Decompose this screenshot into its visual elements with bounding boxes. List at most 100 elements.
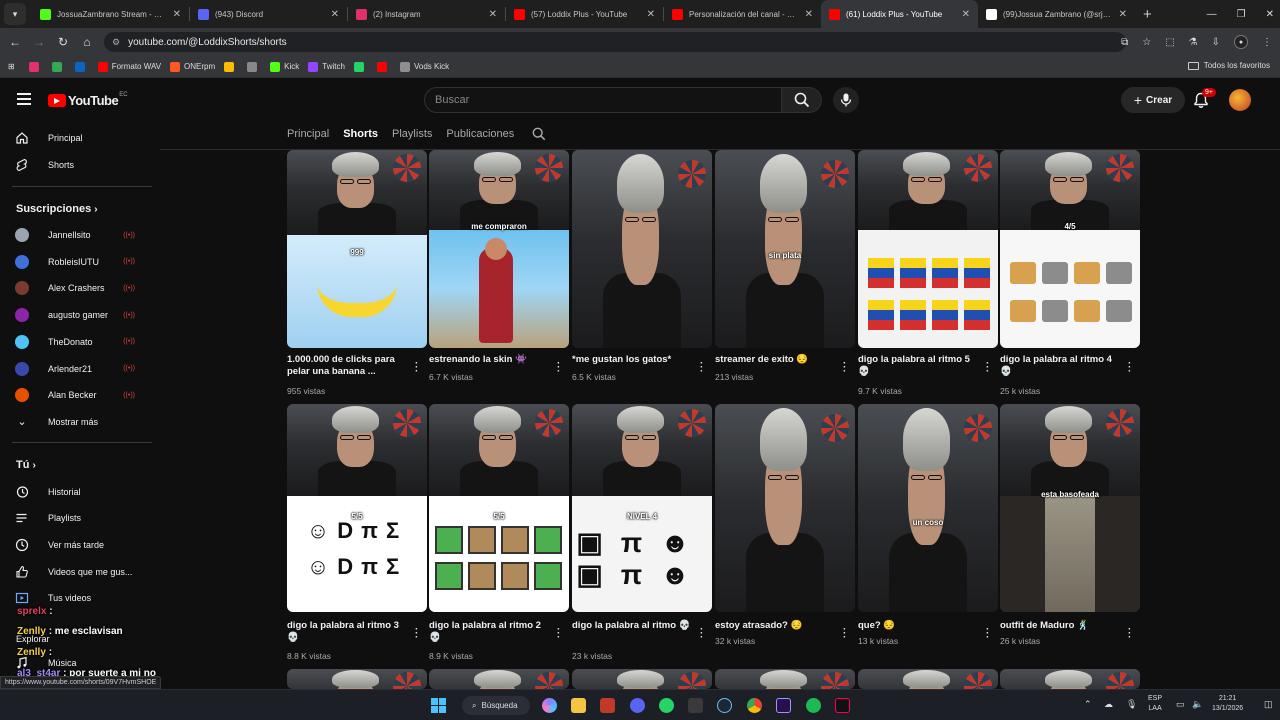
keyboard-language[interactable]: ESP LAA — [1148, 694, 1162, 714]
more-options-icon[interactable]: · · · — [700, 625, 703, 643]
short-title[interactable]: estrenando la skin 👾 — [429, 354, 555, 366]
more-options-icon[interactable]: · · · — [557, 359, 560, 377]
close-icon[interactable]: ✕ — [1119, 9, 1127, 20]
app-icon[interactable] — [600, 698, 615, 713]
tab-search-button[interactable]: ▾ — [4, 3, 26, 25]
short-thumbnail[interactable]: 999 — [287, 150, 427, 348]
close-window-button[interactable]: ✕ — [1266, 9, 1274, 20]
sidebar-subscription[interactable]: Alex Crashers ((•)) — [15, 277, 155, 299]
close-icon[interactable]: ✕ — [331, 9, 339, 20]
more-options-icon[interactable]: · · · — [415, 625, 418, 643]
sidebar-subscription[interactable]: RobleisIUTU ((•)) — [15, 251, 155, 273]
tiktok-icon[interactable] — [835, 698, 850, 713]
short-title[interactable]: 1.000.000 de clicks para pelar una banan… — [287, 354, 413, 378]
bookmark-item[interactable] — [224, 61, 238, 72]
short-card[interactable]: *me gustan los gatos* 6.5 K vistas · · · — [572, 150, 712, 384]
short-title[interactable]: outfit de Maduro 🕺 — [1000, 620, 1126, 632]
sidebar-subscription[interactable]: Arlender21 ((•)) — [15, 358, 155, 380]
bookmark-item[interactable]: Kick — [270, 61, 299, 72]
short-thumbnail[interactable]: ☺DπΣ ☺DπΣ 5/5 — [287, 404, 427, 612]
create-button[interactable]: + Crear — [1121, 87, 1185, 113]
short-thumbnail[interactable]: un coso — [858, 404, 998, 612]
sidebar-subscription[interactable]: augusto gamer ((•)) — [15, 304, 155, 326]
volume-icon[interactable]: 🔈 — [1192, 699, 1203, 710]
short-title[interactable]: digo la palabra al ritmo 5 💀 — [858, 354, 984, 378]
short-card[interactable]: ▣π☻ ▣π☻ NIVEL 4 digo la palabra al ritmo 💀 2… — [572, 404, 712, 663]
browser-tab[interactable]: (943) Discord ✕ — [190, 0, 347, 28]
short-card[interactable]: me compraron estrenando la skin 👾 6.7 K vi… — [429, 150, 569, 384]
short-card[interactable]: sin plata streamer de exito 😔 213 vistas · ·… — [715, 150, 855, 384]
short-card-partial[interactable] — [429, 669, 569, 689]
more-options-icon[interactable]: · · · — [986, 625, 989, 643]
short-title[interactable]: que? 😔 — [858, 620, 984, 632]
menu-icon[interactable] — [17, 93, 31, 108]
network-icon[interactable]: ▭ — [1176, 699, 1185, 710]
close-icon[interactable]: ✕ — [489, 9, 497, 20]
account-avatar[interactable] — [1229, 89, 1251, 111]
premiere-icon[interactable] — [776, 698, 791, 713]
tab-principal[interactable]: Principal — [287, 128, 329, 140]
more-options-icon[interactable]: · · · — [986, 359, 989, 377]
close-icon[interactable]: ✕ — [805, 9, 813, 20]
clock[interactable]: 21:21 13/1/2026 — [1212, 694, 1243, 714]
bookmark-item[interactable] — [247, 61, 261, 72]
more-menu-icon[interactable]: ⋮ — [1262, 37, 1272, 48]
microphone-icon[interactable]: 🎙 — [1126, 699, 1137, 710]
short-thumbnail[interactable]: sin plata — [715, 150, 855, 348]
short-title[interactable]: *me gustan los gatos* — [572, 354, 698, 366]
bookmark-item[interactable]: Vods Kick — [399, 61, 449, 72]
copilot-icon[interactable] — [542, 698, 557, 713]
close-icon[interactable]: ✕ — [173, 9, 181, 20]
short-card[interactable]: estoy atrasado? 😔 32 k vistas · · · — [715, 404, 855, 648]
browser-tab[interactable]: (2) Instagram ✕ — [348, 0, 505, 28]
bookmark-star-icon[interactable]: ☆ — [1142, 37, 1151, 48]
sidebar-item-shorts[interactable]: Shorts — [15, 154, 155, 176]
short-thumbnail[interactable]: ▣π☻ ▣π☻ NIVEL 4 — [572, 404, 712, 612]
extensions-icon[interactable]: ⬚ — [1165, 37, 1174, 48]
discord-icon[interactable] — [630, 698, 645, 713]
sidebar-item-principal[interactable]: Principal — [15, 127, 155, 149]
new-tab-button[interactable]: + — [1143, 6, 1152, 23]
browser-tab[interactable]: (99)Jossua Zambrano (@srjoss ✕ — [978, 0, 1135, 28]
sidebar-item-historial[interactable]: Historial — [15, 481, 155, 503]
search-button[interactable] — [782, 87, 822, 113]
close-icon[interactable]: ✕ — [647, 9, 655, 20]
taskbar-search[interactable]: ⌕ Búsqueda — [462, 696, 530, 715]
short-thumbnail[interactable] — [858, 669, 998, 689]
back-button[interactable]: ← — [3, 35, 27, 49]
short-thumbnail[interactable] — [572, 669, 712, 689]
forward-button[interactable]: → — [27, 35, 51, 49]
tab-publicaciones[interactable]: Publicaciones — [446, 128, 514, 140]
short-card[interactable]: esta basofeada outfit de Maduro 🕺 26 k vis… — [1000, 404, 1140, 648]
more-options-icon[interactable]: · · · — [1128, 625, 1131, 643]
flask-icon[interactable]: ⚗ — [1189, 37, 1198, 48]
short-thumbnail[interactable] — [715, 404, 855, 612]
browser-tab[interactable]: Personalización del canal - You ✕ — [664, 0, 821, 28]
browser-tab[interactable]: (57) Loddix Plus - YouTube ✕ — [506, 0, 663, 28]
voice-search-button[interactable] — [833, 87, 859, 113]
short-title[interactable]: digo la palabra al ritmo 3 💀 — [287, 620, 413, 644]
youtube-logo[interactable]: YouTube EC — [48, 92, 128, 108]
short-thumbnail[interactable] — [429, 669, 569, 689]
short-card[interactable]: 4/5 digo la palabra al ritmo 4 💀 25 k vist… — [1000, 150, 1140, 398]
bookmark-item[interactable]: ONErpm — [170, 61, 215, 72]
short-thumbnail[interactable]: 5/5 — [429, 404, 569, 612]
file-explorer-icon[interactable] — [571, 698, 586, 713]
all-bookmarks-folder[interactable]: Todos los favoritos — [1187, 61, 1270, 70]
short-card-partial[interactable] — [858, 669, 998, 689]
short-title[interactable]: digo la palabra al ritmo 💀 — [572, 620, 698, 632]
close-icon[interactable]: ✕ — [962, 9, 970, 20]
short-title[interactable]: digo la palabra al ritmo 2 💀 — [429, 620, 555, 644]
short-thumbnail[interactable]: esta basofeada — [1000, 404, 1140, 612]
short-card[interactable]: 5/5 digo la palabra al ritmo 2 💀 8.9 K vis… — [429, 404, 569, 663]
bookmark-item[interactable]: Formato WAV — [97, 61, 161, 72]
profile-avatar[interactable]: ● — [1234, 35, 1248, 49]
tray-expand-icon[interactable]: ⌃ — [1084, 699, 1092, 710]
bookmark-item[interactable] — [74, 61, 89, 72]
url-field[interactable]: ⚙ youtube.com/@LoddixShorts/shorts — [104, 32, 1126, 52]
more-options-icon[interactable]: · · · — [415, 359, 418, 377]
more-options-icon[interactable]: · · · — [1128, 359, 1131, 377]
channel-search-icon[interactable] — [532, 127, 546, 141]
short-thumbnail[interactable] — [1000, 669, 1140, 689]
apps-grid-icon[interactable]: ⊞ — [8, 62, 15, 71]
